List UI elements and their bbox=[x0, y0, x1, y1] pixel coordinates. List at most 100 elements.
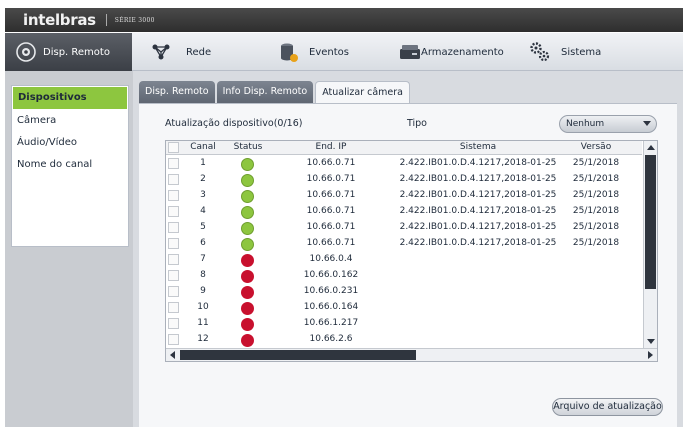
menu-sistema[interactable]: Sistema bbox=[529, 33, 601, 71]
tab-disp-remoto[interactable]: Disp. Remoto bbox=[139, 81, 215, 103]
horizontal-scrollbar[interactable] bbox=[166, 348, 657, 361]
menu-label: Eventos bbox=[309, 46, 349, 58]
cell-ip: 10.66.0.162 bbox=[303, 270, 359, 280]
menu-label: Disp. Remoto bbox=[43, 46, 110, 58]
table-row[interactable]: 5 10.66.0.71 2.422.IB01.0.D.4.1217,2018-01… bbox=[166, 220, 642, 236]
main-area: Disp. Remoto Info Disp. Remoto Atualizar… bbox=[133, 71, 683, 427]
cell-sistema: 2.422.IB01.0.D.4.1217,2018-01-25 bbox=[399, 158, 557, 168]
cell-ip: 10.66.0.71 bbox=[306, 174, 356, 184]
cell-canal: 1 bbox=[200, 158, 206, 168]
menu-eventos[interactable]: Eventos bbox=[277, 33, 349, 71]
tipo-select[interactable]: Nenhum bbox=[559, 115, 657, 133]
table-row[interactable]: 9 10.66.0.231 bbox=[166, 284, 642, 300]
cell-versao: 25/1/2018 bbox=[572, 238, 620, 248]
cell-ip: 10.66.0.231 bbox=[303, 286, 359, 296]
table-row[interactable]: 8 10.66.0.162 bbox=[166, 268, 642, 284]
main-menu: Disp. Remoto Rede Eventos Armazenamento bbox=[5, 33, 683, 71]
cell-ip: 10.66.0.4 bbox=[309, 254, 353, 264]
table-row[interactable]: 7 10.66.0.4 bbox=[166, 252, 642, 268]
row-checkbox[interactable] bbox=[168, 318, 179, 329]
table-row[interactable]: 4 10.66.0.71 2.422.IB01.0.D.4.1217,2018-01… bbox=[166, 204, 642, 220]
column-header-sistema: Sistema bbox=[459, 142, 497, 152]
status-online-icon bbox=[241, 190, 254, 203]
brand-series: SÉRIE 3000 bbox=[114, 16, 155, 24]
row-checkbox[interactable] bbox=[168, 334, 179, 345]
cell-canal: 2 bbox=[200, 174, 206, 184]
column-header-ip: End. IP bbox=[315, 142, 347, 152]
table-row[interactable]: 10 10.66.0.164 bbox=[166, 300, 642, 316]
cell-ip: 10.66.1.217 bbox=[303, 318, 359, 328]
scroll-up-icon[interactable] bbox=[647, 145, 655, 150]
menu-label: Sistema bbox=[561, 46, 602, 58]
sidebar-panel: Dispositivos Câmera Áudio/Vídeo Nome do … bbox=[11, 85, 129, 247]
menu-label: Armazenamento bbox=[421, 46, 504, 58]
vertical-scrollbar[interactable] bbox=[643, 141, 657, 348]
row-checkbox[interactable] bbox=[168, 270, 179, 281]
brand-bar: intelbras SÉRIE 3000 bbox=[5, 8, 683, 32]
table-row[interactable]: 1 10.66.0.71 2.422.IB01.0.D.4.1217,2018-01… bbox=[166, 156, 642, 172]
scroll-left-icon[interactable] bbox=[170, 351, 175, 359]
tab-atualizar-camera[interactable]: Atualizar câmera bbox=[315, 81, 411, 103]
menu-disp-remoto[interactable]: Disp. Remoto bbox=[5, 33, 132, 71]
cell-ip: 10.66.0.71 bbox=[306, 206, 356, 216]
status-offline-icon bbox=[241, 318, 254, 331]
remote-device-icon bbox=[16, 42, 36, 62]
sidebar-item-dispositivos[interactable]: Dispositivos bbox=[13, 87, 127, 109]
row-checkbox[interactable] bbox=[168, 286, 179, 297]
cell-versao: 25/1/2018 bbox=[572, 158, 620, 168]
cell-canal: 9 bbox=[200, 286, 206, 296]
cell-ip: 10.66.0.164 bbox=[303, 302, 359, 312]
cell-canal: 10 bbox=[197, 302, 209, 312]
cell-canal: 7 bbox=[200, 254, 206, 264]
row-checkbox[interactable] bbox=[168, 206, 179, 217]
status-online-icon bbox=[241, 158, 254, 171]
table-row[interactable]: 2 10.66.0.71 2.422.IB01.0.D.4.1217,2018-01… bbox=[166, 172, 642, 188]
tipo-label: Tipo bbox=[407, 118, 427, 129]
cell-canal: 3 bbox=[200, 190, 206, 200]
row-checkbox[interactable] bbox=[168, 238, 179, 249]
menu-armazenamento[interactable]: Armazenamento bbox=[399, 33, 504, 71]
row-checkbox[interactable] bbox=[168, 158, 179, 169]
brand-divider bbox=[105, 14, 107, 26]
horizontal-scroll-thumb[interactable] bbox=[180, 350, 416, 360]
status-offline-icon bbox=[241, 334, 254, 347]
cell-ip: 10.66.0.71 bbox=[306, 222, 356, 232]
menu-rede[interactable]: Rede bbox=[150, 33, 211, 71]
cell-ip: 10.66.0.71 bbox=[306, 190, 356, 200]
row-checkbox[interactable] bbox=[168, 190, 179, 201]
row-checkbox[interactable] bbox=[168, 302, 179, 313]
cell-ip: 10.66.0.71 bbox=[306, 238, 356, 248]
device-table: Canal Status End. IP Sistema Versão 1 10.… bbox=[165, 140, 658, 362]
select-all-checkbox[interactable] bbox=[168, 142, 179, 153]
cell-ip: 10.66.2.6 bbox=[309, 334, 353, 344]
table-row[interactable]: 11 10.66.1.217 bbox=[166, 316, 642, 332]
tab-info-disp-remoto[interactable]: Info Disp. Remoto bbox=[216, 81, 314, 103]
cell-sistema: 2.422.IB01.0.D.4.1217,2018-01-25 bbox=[399, 222, 557, 232]
cell-canal: 8 bbox=[200, 270, 206, 280]
row-checkbox[interactable] bbox=[168, 222, 179, 233]
update-file-button[interactable]: Arquivo de atualização bbox=[552, 398, 663, 416]
sidebar-item-nome-do-canal[interactable]: Nome do canal bbox=[12, 154, 128, 176]
network-icon bbox=[152, 44, 170, 60]
row-checkbox[interactable] bbox=[168, 254, 179, 265]
status-offline-icon bbox=[241, 254, 254, 267]
menu-label: Rede bbox=[186, 46, 212, 58]
scroll-right-icon[interactable] bbox=[648, 351, 653, 359]
column-header-status: Status bbox=[233, 142, 263, 152]
scroll-down-icon[interactable] bbox=[647, 339, 655, 344]
table-row[interactable]: 6 10.66.0.71 2.422.IB01.0.D.4.1217,2018-01… bbox=[166, 236, 642, 252]
cell-versao: 25/1/2018 bbox=[572, 174, 620, 184]
table-row[interactable]: 12 10.66.2.6 bbox=[166, 332, 642, 348]
status-offline-icon bbox=[241, 270, 254, 283]
sidebar-item-audio-video[interactable]: Áudio/Vídeo bbox=[12, 132, 128, 154]
vertical-scroll-thumb[interactable] bbox=[645, 155, 656, 289]
storage-icon bbox=[400, 45, 420, 59]
sidebar-item-camera[interactable]: Câmera bbox=[12, 110, 128, 132]
cell-versao: 25/1/2018 bbox=[572, 222, 620, 232]
table-row[interactable]: 3 10.66.0.71 2.422.IB01.0.D.4.1217,2018-01… bbox=[166, 188, 642, 204]
row-checkbox[interactable] bbox=[168, 174, 179, 185]
tab-content: Atualização dispositivo(0/16) Tipo Nenhu… bbox=[139, 103, 677, 427]
tab-bar: Disp. Remoto Info Disp. Remoto Atualizar… bbox=[139, 81, 412, 103]
brand-logo: intelbras bbox=[23, 11, 96, 29]
cell-canal: 4 bbox=[200, 206, 206, 216]
